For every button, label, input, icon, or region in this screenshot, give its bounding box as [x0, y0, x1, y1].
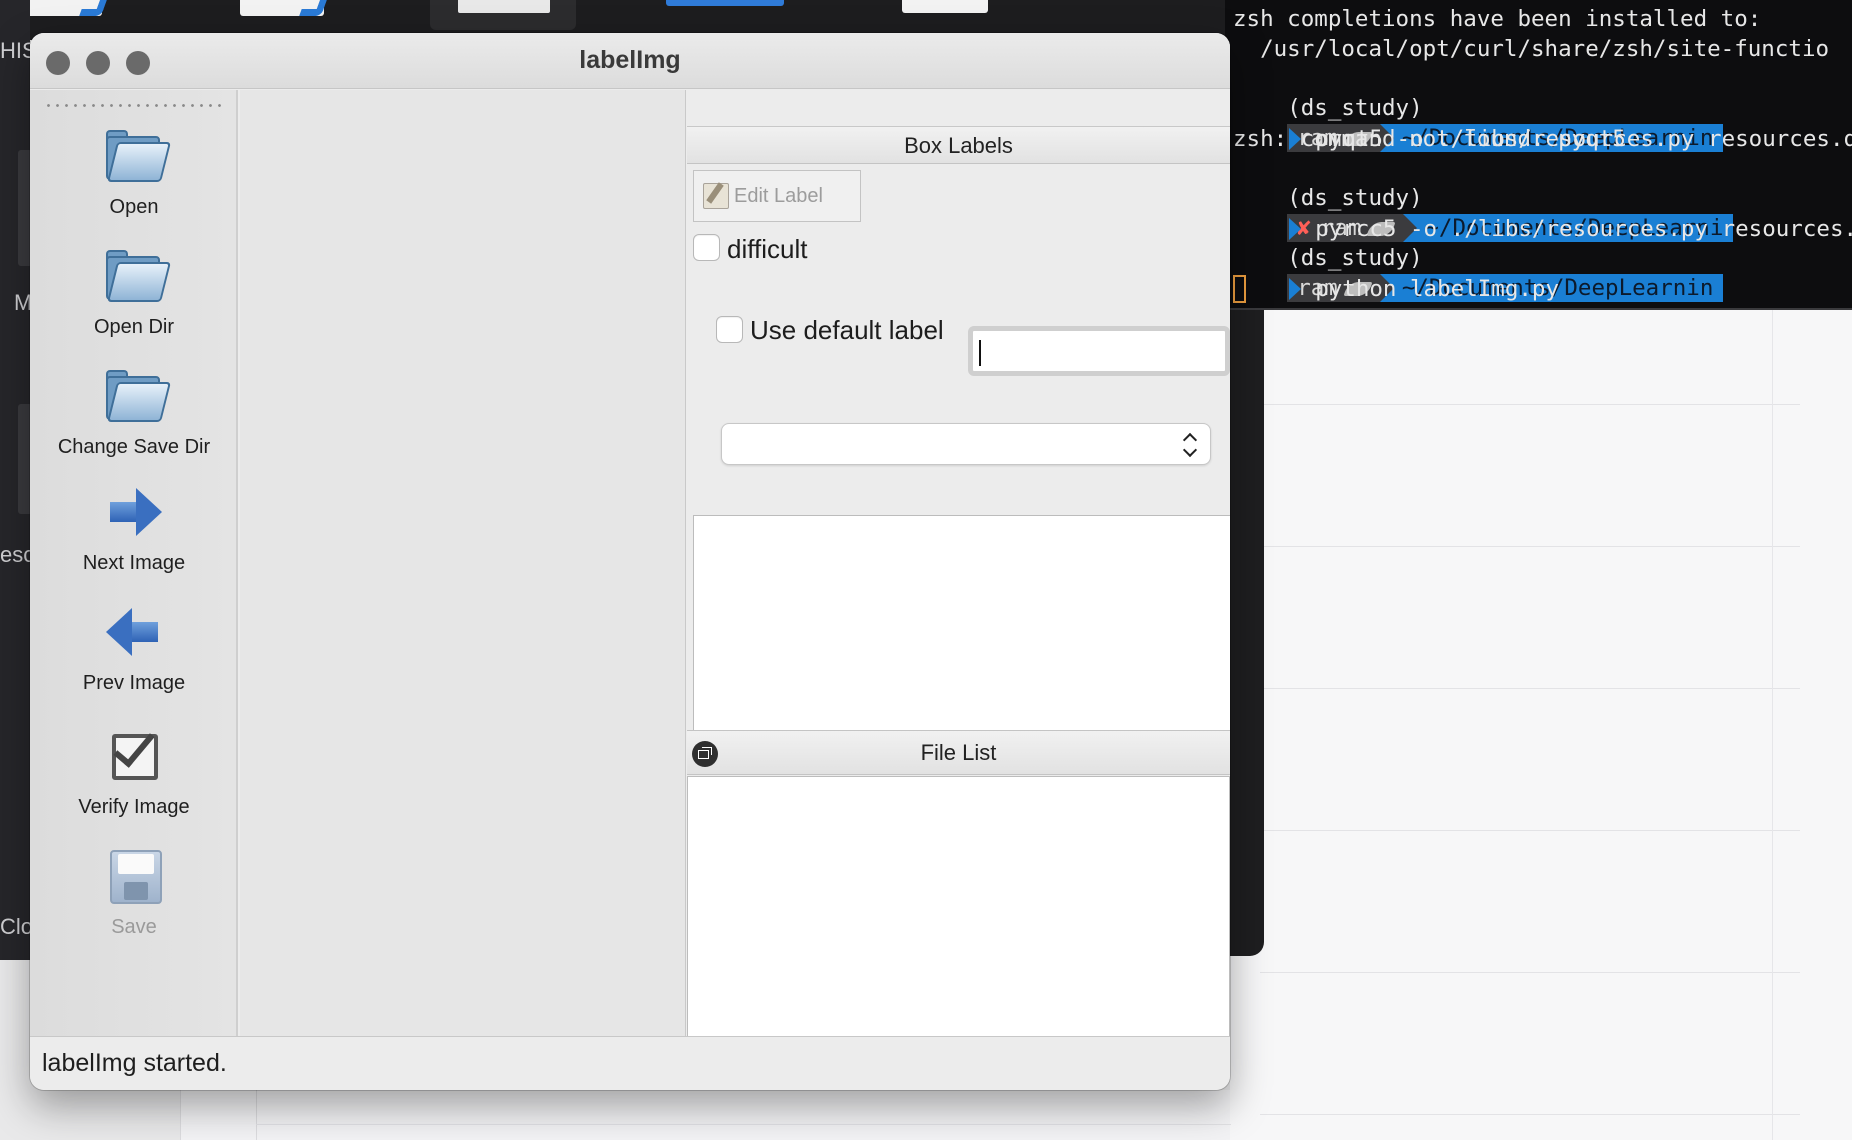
open-dir-folder-icon — [102, 244, 171, 308]
edit-label-button[interactable]: Edit Label — [693, 170, 861, 222]
edit-pencil-icon — [703, 183, 729, 209]
difficult-label: difficult — [727, 234, 808, 264]
terminal-line: zsh: command not found: pyqt5 — [1233, 126, 1626, 152]
undock-float-icon[interactable] — [692, 741, 718, 767]
change-save-dir-folder-icon — [102, 364, 171, 428]
background-thumbnail — [902, 0, 988, 13]
left-arrow-icon — [102, 600, 166, 664]
terminal-prompt: (ds_study) ram ~/Documents/DeepLearnin — [1233, 64, 1724, 152]
floppy-disk-icon — [102, 844, 166, 908]
terminal-cursor[interactable] — [1233, 275, 1246, 303]
file-list-panel: File List — [687, 730, 1230, 1037]
vscode-logo-icon — [79, 0, 107, 16]
terminal-line: /usr/local/opt/curl/share/zsh/site-funct… — [1233, 36, 1830, 62]
background-thumbnail — [666, 0, 784, 6]
prev-image-button[interactable]: Prev Image — [30, 600, 238, 695]
terminal-command: pyqt5 -o ./libs/resources.py resources.q… — [1233, 94, 1852, 152]
difficult-checkbox[interactable] — [693, 234, 720, 261]
title-bar[interactable]: labelImg — [30, 33, 1230, 89]
text-caret — [979, 340, 981, 366]
status-message: labelImg started. — [42, 1049, 227, 1077]
save-label: Save — [111, 916, 157, 938]
default-label-input[interactable] — [968, 326, 1230, 376]
terminal-command: python labelImg.py — [1233, 244, 1559, 302]
label-list[interactable] — [693, 515, 1230, 732]
box-labels-title: Box Labels — [687, 126, 1230, 164]
terminal-prompt: (ds_study) ✘ ram ~/Documents/DeepLearni — [1233, 154, 1734, 242]
open-dir-button[interactable]: Open Dir — [30, 244, 238, 339]
verify-image-button[interactable]: Verify Image — [30, 724, 238, 819]
save-button[interactable]: Save — [30, 844, 238, 939]
prompt-chevron-icon — [1289, 278, 1302, 300]
terminal-line: zsh completions have been installed to: — [1233, 6, 1762, 32]
prev-image-label: Prev Image — [82, 672, 186, 694]
box-labels-panel: Box Labels Edit Label difficult Use defa… — [687, 90, 1230, 732]
next-image-label: Next Image — [82, 552, 186, 574]
change-save-dir-label: Change Save Dir — [57, 436, 211, 458]
background-document — [1230, 300, 1852, 1140]
background-text: Clo — [0, 914, 34, 939]
terminal-window[interactable]: zsh completions have been installed to: … — [1225, 0, 1852, 310]
toolbar-grip-handle[interactable] — [44, 104, 224, 107]
up-down-chevron-icon — [1182, 432, 1198, 458]
left-toolbar: Open Open Dir Change Save Dir Next Image… — [30, 90, 238, 1067]
image-canvas[interactable] — [240, 90, 686, 1036]
verify-image-label: Verify Image — [78, 796, 190, 818]
edit-label-text: Edit Label — [734, 185, 823, 207]
label-combo-box[interactable] — [721, 423, 1211, 465]
window-title: labelImg — [579, 46, 681, 74]
open-button[interactable]: Open — [30, 124, 238, 219]
open-folder-icon — [102, 124, 171, 188]
checkbox-verify-icon — [102, 724, 166, 788]
open-label: Open — [109, 196, 159, 218]
right-arrow-icon — [102, 480, 166, 544]
change-save-dir-button[interactable]: Change Save Dir — [30, 364, 238, 459]
labelimg-window: labelImg Open Open Dir Change Save Dir N… — [30, 33, 1230, 1090]
background-thumbnail — [430, 0, 576, 30]
use-default-label-checkbox[interactable] — [716, 316, 743, 343]
background-window-edge: HIS M esc Clo — [0, 0, 37, 960]
use-default-label-text: Use default label — [750, 315, 944, 345]
file-list[interactable] — [687, 776, 1230, 1037]
background-sheet — [180, 1090, 1231, 1140]
background-window-edge — [1230, 300, 1264, 956]
open-dir-label: Open Dir — [93, 316, 175, 338]
file-list-title: File List — [687, 731, 1230, 775]
terminal-prompt: (ds_study) ram ~/Documents/DeepLearnin — [1233, 214, 1724, 302]
next-image-button[interactable]: Next Image — [30, 480, 238, 575]
terminal-command: pyrcc5 -o ./libs/resources.py resources.… — [1233, 184, 1852, 242]
status-bar: labelImg started. — [30, 1036, 1230, 1090]
